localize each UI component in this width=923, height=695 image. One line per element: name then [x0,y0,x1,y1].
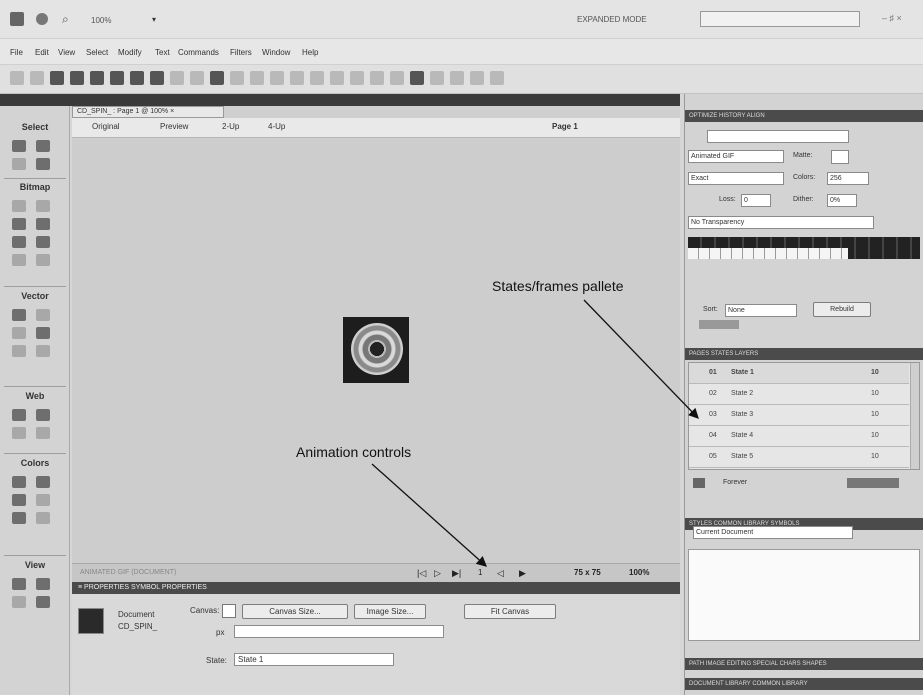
annotation-arrows [371,299,699,567]
animation-arrow [371,463,487,567]
states-arrow [583,299,699,419]
